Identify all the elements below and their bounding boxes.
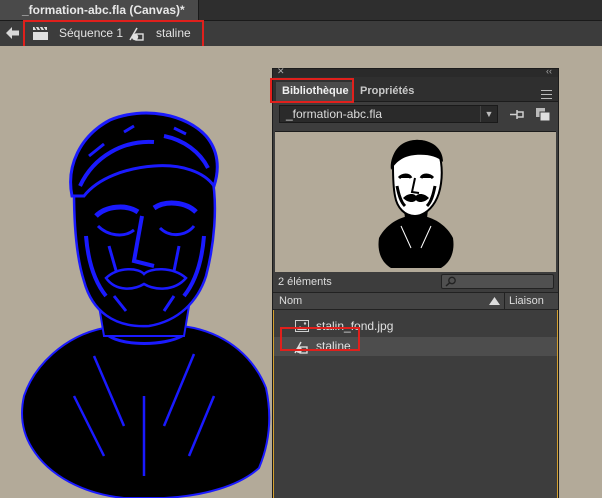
tab-proprietes[interactable]: Propriétés	[356, 82, 416, 101]
document-tab-title: _formation-abc.fla (Canvas)*	[22, 3, 185, 17]
document-tab[interactable]: _formation-abc.fla (Canvas)*	[0, 0, 199, 20]
panel-menu-icon[interactable]	[541, 90, 552, 99]
new-library-panel-icon[interactable]	[535, 107, 551, 122]
pin-icon[interactable]	[509, 108, 525, 121]
item-count-label: 2 éléments	[278, 276, 332, 288]
library-file-select-value: _formation-abc.fla	[286, 107, 383, 121]
document-tab-bar: _formation-abc.fla (Canvas)*	[0, 0, 602, 21]
library-tab-highlight-box	[270, 78, 354, 103]
column-divider	[504, 293, 505, 309]
vector-portrait-artwork[interactable]	[14, 96, 276, 498]
library-panel: ✕ ‹‹ Bibliothèque Propriétés _formation-…	[272, 66, 559, 498]
library-count-bar: 2 éléments	[273, 272, 558, 292]
tab-proprietes-label: Propriétés	[360, 85, 415, 97]
staline-item-highlight-box	[280, 327, 360, 351]
library-preview-area	[275, 131, 556, 274]
library-file-select[interactable]: _formation-abc.fla ▼	[279, 105, 498, 123]
back-arrow-icon[interactable]	[6, 27, 20, 39]
library-search-input[interactable]	[441, 274, 554, 289]
search-icon	[445, 276, 456, 287]
panel-title-strip[interactable]: ✕ ‹‹	[273, 66, 558, 77]
column-name-header[interactable]: Nom	[279, 295, 302, 307]
preview-portrait-image	[378, 139, 454, 268]
collapse-icon[interactable]: ‹‹	[546, 66, 552, 76]
sort-ascending-icon[interactable]	[489, 297, 500, 305]
chevron-down-icon: ▼	[480, 106, 497, 122]
close-icon[interactable]: ✕	[277, 66, 285, 77]
library-column-header: Nom Liaison	[273, 292, 558, 310]
column-linkage-header[interactable]: Liaison	[509, 295, 544, 307]
